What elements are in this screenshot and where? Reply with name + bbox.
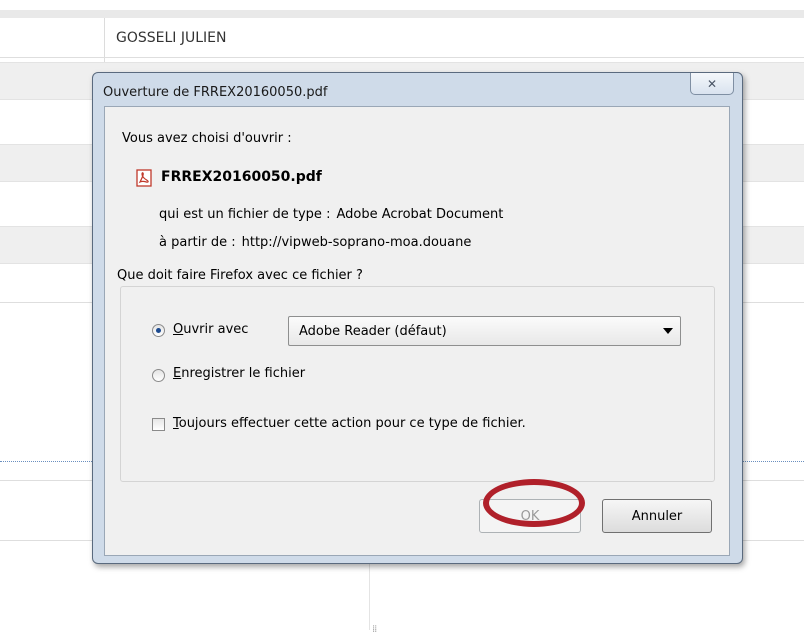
open-with-label[interactable]: Ouvrir avec	[173, 322, 248, 337]
save-file-label[interactable]: Enregistrer le fichier	[173, 366, 305, 381]
file-type-value: Adobe Acrobat Document	[336, 207, 504, 222]
save-file-radio[interactable]	[152, 369, 165, 382]
always-do-label[interactable]: Toujours effectuer cette action pour ce …	[173, 416, 526, 431]
dialog-content: Vous avez choisi d'ouvrir : FRREX2016005…	[104, 106, 730, 556]
file-source-value: http://vipweb-soprano-moa.douane	[241, 235, 472, 250]
close-icon: ✕	[706, 76, 718, 91]
file-source-label: à partir de :	[159, 235, 236, 250]
application-select[interactable]: Adobe Reader (défaut)	[288, 316, 681, 346]
open-with-radio[interactable]	[152, 324, 165, 337]
table-row-separator	[0, 57, 804, 58]
intro-text: Vous avez choisi d'ouvrir :	[122, 131, 292, 146]
highlight-ring-annotation	[483, 479, 585, 527]
action-group-title: Que doit faire Firefox avec ce fichier ?	[114, 268, 366, 283]
resize-grip-icon: ⁞⁞	[372, 624, 377, 635]
dialog-title: Ouverture de FRREX20160050.pdf	[103, 85, 328, 100]
close-button[interactable]: ✕	[690, 73, 734, 95]
always-do-checkbox[interactable]	[152, 418, 165, 431]
page-header-bar	[0, 10, 804, 18]
page-top-strip	[0, 0, 804, 10]
page-column-divider	[369, 560, 370, 630]
dialog-titlebar[interactable]: Ouverture de FRREX20160050.pdf ✕	[93, 73, 742, 107]
chevron-down-icon	[663, 328, 673, 334]
application-select-value: Adobe Reader (défaut)	[299, 324, 447, 339]
file-type-label: qui est un fichier de type :	[159, 207, 331, 222]
cancel-button[interactable]: Annuler	[602, 499, 712, 533]
file-type-line: qui est un fichier de type : Adobe Acroba…	[159, 207, 503, 222]
file-source-line: à partir de : http://vipweb-soprano-moa.d…	[159, 235, 471, 250]
table-cell-name: GOSSELI JULIEN	[116, 30, 227, 46]
open-file-dialog: Ouverture de FRREX20160050.pdf ✕ Vous av…	[92, 72, 743, 564]
pdf-icon	[136, 169, 152, 187]
file-name: FRREX20160050.pdf	[161, 169, 322, 185]
